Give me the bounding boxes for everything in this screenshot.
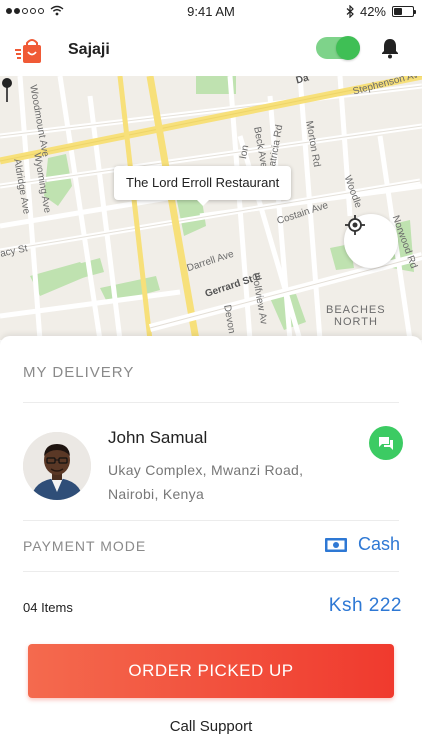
order-picked-up-button[interactable]: ORDER PICKED UP [28,644,394,698]
toggle-knob[interactable] [336,36,360,60]
status-bar: 9:41 AM 42% [0,0,422,24]
cash-icon [324,537,347,552]
payment-method-label: Cash [357,534,400,554]
chat-icon [379,437,393,450]
app-name: Sajaji [68,41,110,58]
map-view[interactable]: Stephenson Av Beck Ave Morton Rd Patrici… [0,76,422,340]
customer-name: John Samual [108,428,208,447]
delivery-card: MY DELIVERY John Samual Ukay Complex, Mw… [0,336,422,750]
address-line-1: Ukay Complex, Mwanzi Road, [108,462,304,478]
avatar [23,432,91,500]
chat-button[interactable] [369,426,403,460]
section-title: MY DELIVERY [23,364,135,381]
divider [23,402,399,403]
battery-fill [394,8,402,15]
address-line-2: Nairobi, Kenya [108,486,205,502]
call-support-link[interactable]: Call Support [0,718,422,735]
restaurant-callout[interactable]: The Lord Erroll Restaurant [114,166,292,206]
bell-icon[interactable] [378,36,402,60]
shopping-bag-logo-icon [15,39,41,63]
map-canvas [0,76,422,340]
locate-crosshair-icon [345,215,365,235]
avatar-portrait [23,432,91,500]
status-right: 42% [346,4,416,19]
map-pin-icon[interactable] [0,76,14,102]
area-label: BEACHES [326,304,386,316]
item-count: 04 Items [23,600,73,615]
battery-percent: 42% [359,4,386,19]
bluetooth-icon [346,5,354,18]
payment-method[interactable]: Cash [324,534,400,555]
app-header: Sajaji [0,24,422,76]
online-toggle[interactable] [316,36,360,60]
order-total: Ksh 222 [328,595,402,616]
area-label: NORTH [334,316,378,328]
divider [23,520,399,521]
divider [23,571,399,572]
locate-button[interactable] [344,214,398,268]
battery-icon [392,6,416,17]
payment-mode-label: PAYMENT MODE [23,538,147,554]
